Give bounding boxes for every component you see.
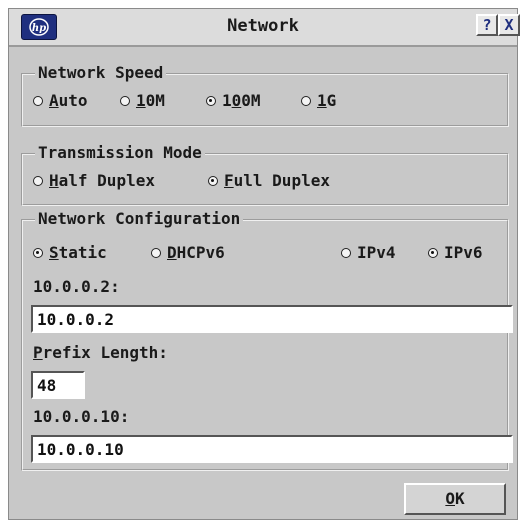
network-configuration-group: Network Configuration Static D HCPv6 IPv4… (21, 209, 513, 471)
static-radio[interactable]: Static (33, 243, 107, 262)
gateway-label: 10.0.0.10: (33, 407, 130, 426)
prefix-length-input[interactable]: 48 (31, 371, 85, 399)
speed-auto-radio[interactable]: Auto (33, 91, 88, 110)
network-speed-group: Network Speed Auto 1 0M 1 0 0M 1G (21, 63, 509, 127)
speed-1g-radio[interactable]: 1G (301, 91, 336, 110)
radio-dot-selected (428, 247, 438, 258)
network-dialog: hp Network ? X Network Speed Auto 1 0M 10… (8, 8, 520, 520)
ipv4-radio[interactable]: IPv4 (341, 243, 396, 262)
ipv6-radio[interactable]: IPv6 (428, 243, 483, 262)
help-button[interactable]: ? (476, 14, 498, 36)
close-button[interactable]: X (498, 14, 520, 36)
radio-dot (33, 95, 43, 106)
transmission-mode-title: Transmission Mode (35, 143, 205, 162)
radio-dot (151, 247, 161, 258)
title-bar: hp Network ? X (9, 9, 520, 47)
transmission-mode-group: Transmission Mode Half Duplex Full Duple… (21, 143, 509, 206)
radio-dot (341, 247, 351, 258)
speed-100m-radio[interactable]: 1 0 0M (206, 91, 261, 110)
dhcpv6-radio[interactable]: D HCPv6 (151, 243, 225, 262)
radio-dot (33, 175, 43, 186)
network-configuration-title: Network Configuration (35, 209, 244, 228)
speed-10m-radio[interactable]: 1 0M (120, 91, 165, 110)
ok-button[interactable]: OK (404, 483, 506, 515)
address-input[interactable]: 10.0.0.2 (31, 305, 513, 333)
address-label: 10.0.0.2: (33, 277, 120, 296)
radio-dot-selected (206, 95, 216, 106)
network-speed-title: Network Speed (35, 63, 167, 82)
prefix-length-label: Prefix Length: (33, 343, 168, 362)
gateway-input[interactable]: 10.0.0.10 (31, 435, 513, 463)
full-duplex-radio[interactable]: Full Duplex (208, 171, 330, 190)
radio-dot (301, 95, 311, 106)
half-duplex-radio[interactable]: Half Duplex (33, 171, 155, 190)
radio-dot-selected (33, 247, 43, 258)
radio-dot (120, 95, 130, 106)
dialog-title: Network (227, 16, 299, 36)
radio-dot-selected (208, 175, 218, 186)
